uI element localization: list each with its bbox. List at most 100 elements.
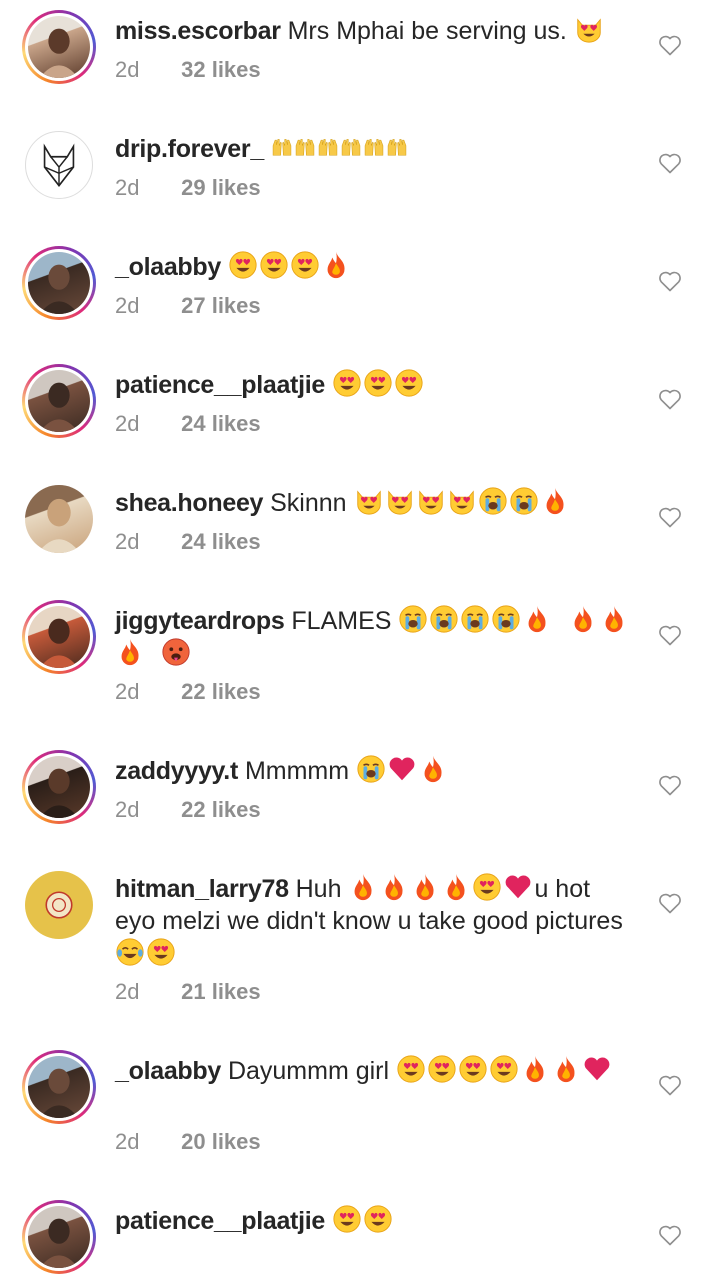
heart-eyes-emoji-icon (364, 1205, 392, 1233)
comment-meta: 2d 20 likes (115, 1128, 261, 1156)
comment-time: 2d (115, 797, 140, 822)
comment-time: 2d (115, 411, 140, 436)
comment-username[interactable]: _olaabby (115, 1057, 221, 1085)
likes-count[interactable]: 29 likes (181, 175, 261, 200)
likes-count[interactable]: 21 likes (181, 979, 261, 1004)
comment-time: 2d (115, 1129, 140, 1154)
comment-meta: 2d 22 likes (115, 796, 261, 824)
comment-body: zaddyyyy.t Mmmmm (115, 754, 635, 787)
comment-username[interactable]: patience__plaatjie (115, 371, 325, 399)
fire-emoji-icon (424, 755, 442, 783)
comment-body: jiggyteardrops FLAMES (115, 604, 635, 670)
comment-username[interactable]: miss.escorbar (115, 17, 281, 45)
avatar-frame (25, 1053, 93, 1121)
wolf-logo-icon (43, 143, 75, 187)
avatar[interactable] (22, 364, 96, 438)
comment-meta: 2d 21 likes (115, 978, 261, 1006)
likes-count[interactable]: 20 likes (181, 1129, 261, 1154)
profile-photo (39, 382, 79, 432)
like-heart-icon[interactable] (658, 1224, 682, 1246)
fire-emoji-icon (417, 873, 434, 901)
comment-meta: 2d 27 likes (115, 292, 261, 320)
heart-eyes-emoji-icon (333, 1205, 361, 1233)
likes-count[interactable]: 24 likes (181, 411, 261, 436)
raising-hands-emoji-icon (272, 139, 292, 156)
cat-heart-eyes-emoji-icon (387, 490, 412, 515)
comment-text: Skinnn (270, 489, 347, 517)
profile-photo (39, 264, 79, 314)
likes-count[interactable]: 22 likes (181, 797, 261, 822)
fire-emoji-icon (546, 487, 564, 515)
profile-photo (39, 768, 79, 818)
avatar[interactable] (22, 750, 96, 824)
like-heart-icon[interactable] (658, 1074, 682, 1096)
hot-face-emoji-icon (162, 638, 190, 666)
cat-heart-eyes-emoji-icon (356, 490, 381, 515)
comment-body: hitman_larry78 Huh u hot eyo melzi we di… (115, 872, 635, 970)
comment-body: drip.forever_ (115, 132, 635, 165)
like-heart-icon[interactable] (658, 270, 682, 292)
heart-eyes-emoji-icon (397, 1055, 425, 1083)
like-heart-icon[interactable] (658, 506, 682, 528)
heart-eyes-emoji-icon (428, 1055, 456, 1083)
heart-eyes-emoji-icon (291, 251, 319, 279)
tears-of-joy-emoji-icon (116, 938, 144, 966)
avatar-frame (25, 753, 93, 821)
avatar[interactable] (22, 1200, 96, 1274)
avatar[interactable] (22, 10, 96, 84)
like-heart-icon[interactable] (658, 892, 682, 914)
red-heart-emoji-icon (506, 875, 531, 899)
heart-eyes-emoji-icon (395, 369, 423, 397)
comment-meta: 2d 32 likes (115, 56, 261, 84)
likes-count[interactable]: 32 likes (181, 57, 261, 82)
loudly-crying-emoji-icon (478, 487, 507, 515)
comment-body: shea.honeey Skinnn (115, 486, 635, 519)
comment-body: _olaabby (115, 250, 635, 283)
fire-emoji-icon (528, 605, 546, 633)
like-heart-icon[interactable] (658, 388, 682, 410)
likes-count[interactable]: 24 likes (181, 529, 261, 554)
heart-eyes-emoji-icon (364, 369, 392, 397)
fire-emoji-icon (327, 251, 345, 279)
fire-emoji-icon (121, 638, 139, 666)
fire-emoji-icon (574, 605, 592, 633)
avatar[interactable] (22, 1050, 96, 1124)
comment-username[interactable]: shea.honeey (115, 489, 263, 517)
heart-eyes-emoji-icon (147, 938, 175, 966)
avatar[interactable] (22, 868, 96, 942)
heart-eyes-emoji-icon (490, 1055, 518, 1083)
avatar-frame (25, 603, 93, 671)
likes-count[interactable]: 22 likes (181, 679, 261, 704)
like-heart-icon[interactable] (658, 624, 682, 646)
avatar-frame (25, 249, 93, 317)
loudly-crying-emoji-icon (509, 487, 538, 515)
red-heart-emoji-icon (584, 1057, 610, 1081)
fire-emoji-icon (355, 873, 372, 901)
avatar[interactable] (22, 482, 96, 556)
like-heart-icon[interactable] (658, 152, 682, 174)
comment-time: 2d (115, 979, 140, 1004)
comment-time: 2d (115, 293, 140, 318)
comment-username[interactable]: _olaabby (115, 253, 221, 281)
comment-text: FLAMES (291, 607, 392, 635)
heart-eyes-emoji-icon (229, 251, 257, 279)
profile-photo (39, 28, 79, 78)
comment-text: Mrs Mphai be serving us. (287, 17, 567, 45)
comment-username[interactable]: jiggyteardrops (115, 607, 285, 635)
avatar[interactable] (22, 128, 96, 202)
profile-photo (37, 498, 81, 553)
profile-photo (39, 618, 79, 668)
profile-photo (39, 1068, 79, 1118)
badge-logo-icon (45, 891, 73, 919)
like-heart-icon[interactable] (658, 34, 682, 56)
comment-meta: 2d 22 likes (115, 678, 261, 706)
likes-count[interactable]: 27 likes (181, 293, 261, 318)
comment-meta: 2d 24 likes (115, 410, 261, 438)
like-heart-icon[interactable] (658, 774, 682, 796)
comment-username[interactable]: hitman_larry78 (115, 875, 289, 903)
avatar[interactable] (22, 246, 96, 320)
comment-username[interactable]: zaddyyyy.t (115, 757, 238, 785)
avatar[interactable] (22, 600, 96, 674)
comment-username[interactable]: patience__plaatjie (115, 1207, 325, 1235)
comment-username[interactable]: drip.forever_ (115, 135, 264, 163)
